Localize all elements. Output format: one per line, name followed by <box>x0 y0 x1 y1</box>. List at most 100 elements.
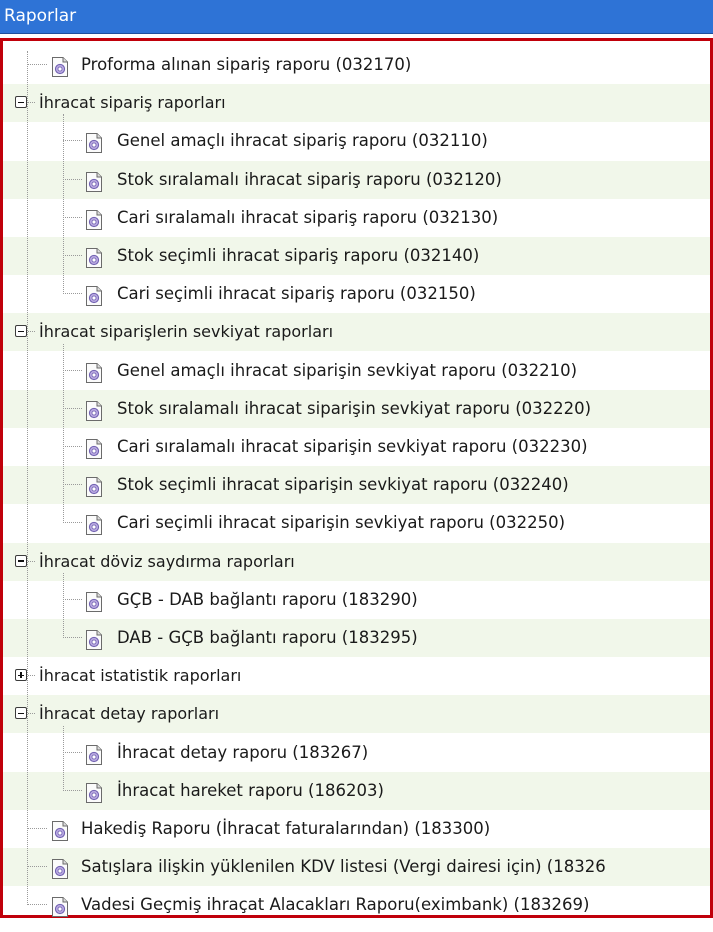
tree-item-label: Vadesi Geçmiş ihraçat Alacakları Raporu(… <box>81 895 590 915</box>
report-doc-icon <box>84 474 104 498</box>
tree-item-label: GÇB - DAB bağlantı raporu (183290) <box>117 589 418 609</box>
tree-item-label: Cari seçimli ihracat siparişin sevkiyat … <box>117 513 566 533</box>
collapse-toggle-icon[interactable] <box>15 325 27 338</box>
tree-item-report[interactable]: Genel amaçlı ihracat siparişin sevkiyat … <box>3 352 710 390</box>
tree-item-report[interactable]: Proforma alınan sipariş raporu (032170) <box>3 46 710 84</box>
tree-connector-line <box>63 637 82 638</box>
tree-group-node[interactable]: İhracat istatistik raporları <box>3 657 710 695</box>
tree-item-label: Cari sıralamalı ihracat siparişin sevkiy… <box>117 437 588 456</box>
report-doc-icon <box>50 856 70 880</box>
tree-item-label: İhracat detay raporları <box>39 704 220 724</box>
report-doc-icon <box>84 627 104 650</box>
tree-connector-line <box>63 789 82 791</box>
report-doc-icon <box>50 54 70 77</box>
collapse-toggle-icon[interactable] <box>15 96 27 109</box>
report-doc-icon <box>84 436 104 459</box>
reports-tree-panel: Proforma alınan sipariş raporu (032170) İ… <box>0 38 713 918</box>
report-doc-icon <box>84 207 104 230</box>
tree-item-report[interactable]: Satışlara ilişkin yüklenilen KDV listesi… <box>3 848 710 887</box>
tree-item-label: Stok sıralamalı ihracat siparişin sevkiy… <box>117 398 592 418</box>
tree-item-label: Genel amaçlı ihracat siparişin sevkiyat … <box>117 360 578 380</box>
report-doc-icon <box>84 360 104 383</box>
tree-item-report[interactable]: Hakediş Raporu (İhracat faturalarından) … <box>3 810 710 848</box>
tree-item-label: DAB - GÇB bağlantı raporu (183295) <box>117 628 418 647</box>
tree-group-node[interactable]: İhracat siparişlerin sevkiyat raporları <box>3 313 710 352</box>
tree-item-report[interactable]: Vadesi Geçmiş ihraçat Alacakları Raporu(… <box>3 886 710 924</box>
tree-connector-line <box>63 751 82 753</box>
expand-toggle-icon[interactable] <box>15 669 27 682</box>
tree-item-report[interactable]: DAB - GÇB bağlantı raporu (183295) <box>3 619 710 657</box>
tree-connector-line <box>63 178 82 180</box>
report-doc-icon <box>84 742 104 765</box>
tree-connector-line <box>63 369 82 371</box>
tree-connector-line <box>28 560 35 562</box>
tree-item-report[interactable]: Stok sıralamalı ihracat sipariş raporu (… <box>3 160 710 199</box>
tree-item-report[interactable]: Cari sıralamalı ihracat sipariş raporu (… <box>3 199 710 237</box>
tree-item-report[interactable]: Cari seçimli ihracat siparişin sevkiyat … <box>3 504 710 542</box>
tree-connector-line <box>63 725 64 791</box>
report-doc-icon <box>84 398 104 421</box>
report-doc-icon <box>84 780 104 803</box>
tree-connector-line <box>28 331 35 333</box>
tree-item-label: Satışlara ilişkin yüklenilen KDV listesi… <box>81 857 606 877</box>
tree-item-label: Genel amaçlı ihracat sipariş raporu (032… <box>117 131 488 151</box>
tree-connector-line <box>63 293 82 295</box>
tree-group-node[interactable]: İhracat detay raporları <box>3 695 710 734</box>
tree-connector-line <box>63 572 64 638</box>
tree-item-label: İhracat istatistik raporları <box>39 666 242 686</box>
tree-connector-line <box>27 64 47 65</box>
report-doc-icon <box>50 894 70 918</box>
window-title-bar: Raporlar <box>0 0 713 34</box>
tree-group-node[interactable]: İhracat döviz saydırma raporları <box>3 542 710 581</box>
tree-item-report[interactable]: İhracat detay raporu (183267) <box>3 734 710 772</box>
tree-connector-line <box>63 216 82 218</box>
report-doc-icon <box>84 245 104 268</box>
window-title: Raporlar <box>4 6 77 26</box>
tree-connector-line <box>27 51 28 906</box>
tree-connector-line <box>27 866 47 868</box>
reports-tree: Proforma alınan sipariş raporu (032170) İ… <box>3 41 710 918</box>
tree-connector-line <box>63 484 82 486</box>
tree-item-report[interactable]: Cari sıralamalı ihracat siparişin sevkiy… <box>3 428 710 466</box>
tree-item-label: İhracat hareket raporu (186203) <box>117 780 384 800</box>
tree-item-report[interactable]: Stok seçimli ihracat siparişin sevkiyat … <box>3 466 710 505</box>
tree-item-label: İhracat sipariş raporları <box>39 93 226 113</box>
report-doc-icon <box>84 512 104 536</box>
tree-connector-line <box>63 598 82 600</box>
tree-connector-line <box>63 446 82 447</box>
tree-item-report[interactable]: GÇB - DAB bağlantı raporu (183290) <box>3 581 710 619</box>
tree-item-report[interactable]: Stok seçimli ihracat sipariş raporu (032… <box>3 237 710 275</box>
tree-item-label: Cari sıralamalı ihracat sipariş raporu (… <box>117 207 499 227</box>
tree-item-report[interactable]: Cari seçimli ihracat sipariş raporu (032… <box>3 275 710 313</box>
tree-connector-line <box>28 102 35 104</box>
tree-connector-line <box>63 255 82 256</box>
tree-connector-line <box>28 675 35 677</box>
tree-connector-line <box>28 713 35 715</box>
tree-connector-line <box>63 140 82 142</box>
tree-item-report[interactable]: Genel amaçlı ihracat sipariş raporu (032… <box>3 122 710 160</box>
tree-item-label: İhracat siparişlerin sevkiyat raporları <box>39 322 334 342</box>
report-doc-icon <box>50 818 70 841</box>
tree-item-label: Hakediş Raporu (İhracat faturalarından) … <box>81 819 491 838</box>
report-doc-icon <box>84 589 104 612</box>
tree-item-report[interactable]: Stok sıralamalı ihracat siparişin sevkiy… <box>3 389 710 428</box>
report-doc-icon <box>84 169 104 192</box>
tree-item-label: Stok seçimli ihracat sipariş raporu (032… <box>117 246 480 265</box>
tree-connector-line <box>63 343 64 524</box>
collapse-toggle-icon[interactable] <box>15 554 27 567</box>
tree-connector-line <box>27 904 47 906</box>
tree-connector-line <box>63 522 82 524</box>
tree-connector-line <box>63 407 82 409</box>
tree-item-report[interactable]: İhracat hareket raporu (186203) <box>3 771 710 810</box>
tree-item-label: Cari seçimli ihracat sipariş raporu (032… <box>117 284 476 304</box>
tree-connector-line <box>63 114 64 295</box>
tree-item-label: Stok sıralamalı ihracat sipariş raporu (… <box>117 169 502 189</box>
tree-item-label: İhracat detay raporu (183267) <box>117 742 369 762</box>
tree-connector-line <box>27 828 47 829</box>
tree-item-label: Proforma alınan sipariş raporu (032170) <box>81 55 412 74</box>
tree-item-label: Stok seçimli ihracat siparişin sevkiyat … <box>117 475 569 495</box>
tree-group-node[interactable]: İhracat sipariş raporları <box>3 84 710 123</box>
collapse-toggle-icon[interactable] <box>15 707 27 720</box>
report-doc-icon <box>84 130 104 154</box>
tree-item-label: İhracat döviz saydırma raporları <box>39 551 295 571</box>
